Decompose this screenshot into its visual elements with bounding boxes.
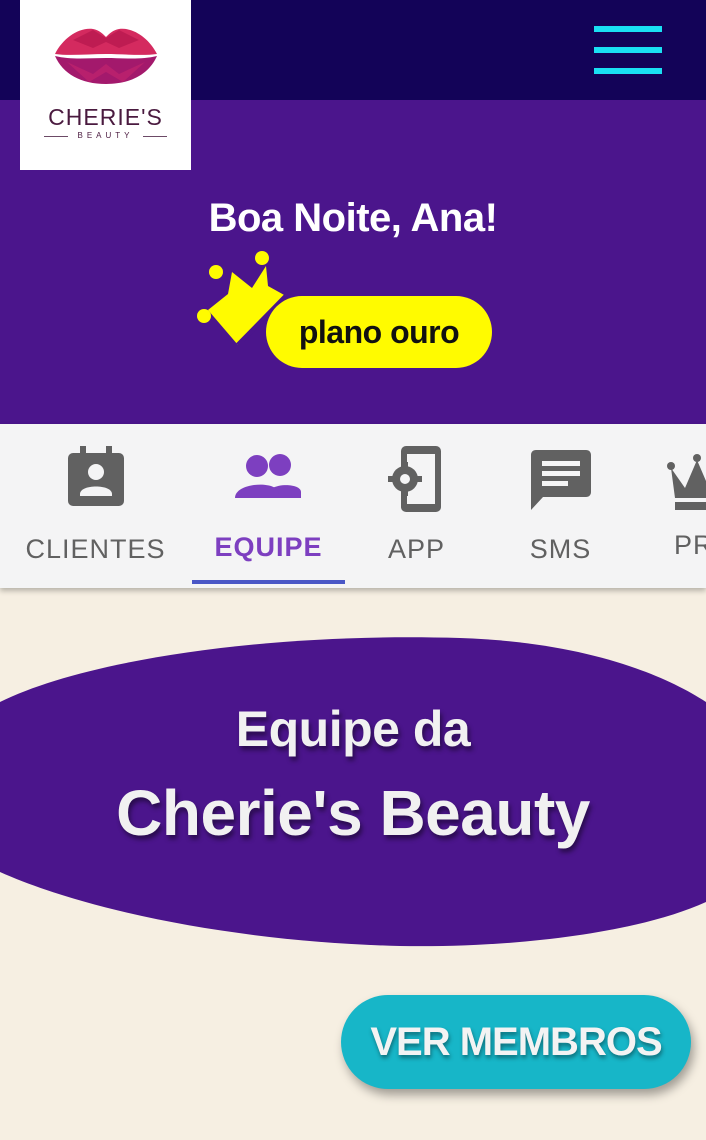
lips-logo-icon [55, 28, 157, 84]
view-members-button[interactable]: VER MEMBROS [341, 995, 691, 1089]
tab-bar: CLIENTES EQUIPE APP SMS PR [0, 424, 706, 588]
tab-label: PR [674, 530, 706, 560]
tab-label: SMS [529, 534, 592, 564]
crown-icon [667, 454, 706, 510]
logo-divider [143, 136, 167, 137]
phone-settings-icon [388, 446, 441, 512]
tab-equipe[interactable]: EQUIPE [192, 424, 345, 588]
brand-logo[interactable]: CHERIE'S BEAUTY [20, 0, 191, 170]
plan-badge: plano ouro [266, 296, 492, 368]
greeting-text: Boa Noite, Ana! [208, 196, 498, 240]
tab-premium[interactable]: PR [633, 424, 706, 588]
tab-label: EQUIPE [214, 532, 323, 562]
active-tab-indicator [192, 580, 345, 584]
contact-calendar-icon [68, 446, 124, 506]
hamburger-menu-icon[interactable] [594, 26, 662, 74]
tab-clientes[interactable]: CLIENTES [0, 424, 192, 588]
team-icon [235, 454, 301, 498]
tab-app[interactable]: APP [345, 424, 488, 588]
tab-label: APP [387, 534, 446, 564]
section-title-line2: Cherie's Beauty [116, 777, 590, 849]
tab-label: CLIENTES [25, 534, 166, 564]
message-icon [531, 450, 591, 510]
tab-sms[interactable]: SMS [488, 424, 633, 588]
section-title-line1: Equipe da [235, 701, 471, 757]
brand-name: CHERIE'S [48, 104, 163, 130]
